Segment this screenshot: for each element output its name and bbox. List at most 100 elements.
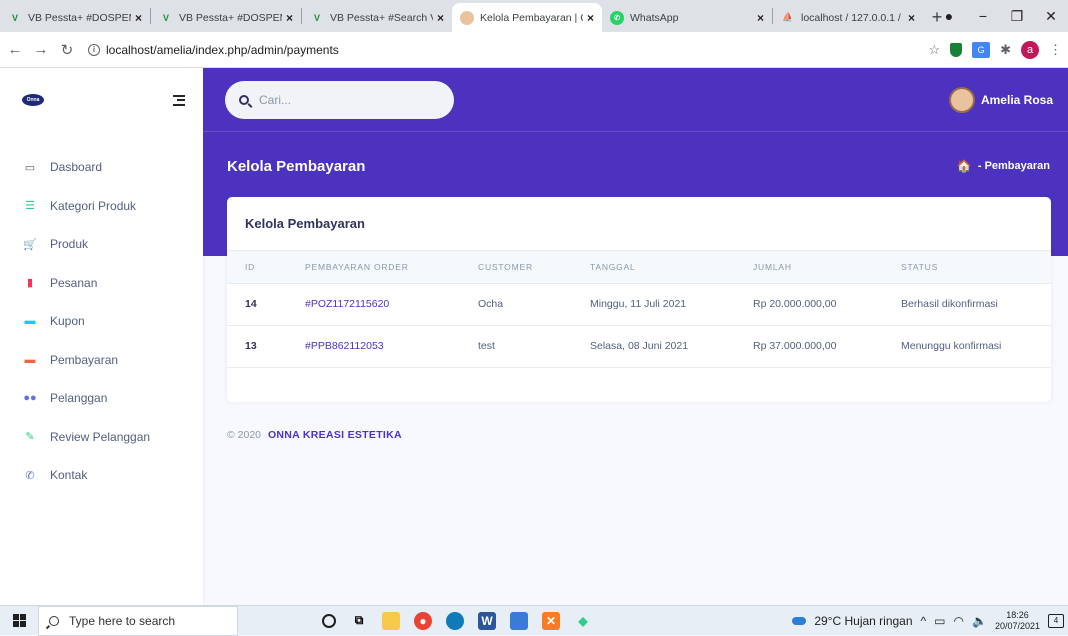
photos-icon[interactable]	[510, 611, 528, 630]
word-icon[interactable]: W	[478, 611, 496, 630]
browser-tab[interactable]: ⛵ localhost / 127.0.0.1 / ×	[773, 3, 923, 32]
user-menu[interactable]: Amelia Rosa	[948, 86, 1053, 113]
sidebar-item-label: Kontak	[50, 468, 88, 483]
document-icon: ▮	[26, 277, 34, 290]
tab-title: VB Pessta+ #DOSPEM	[179, 11, 282, 24]
main-content: Cari... Amelia Rosa Kelola Pembayaran 🏠 …	[203, 68, 1068, 605]
ticket-icon: ▬	[24, 315, 36, 328]
sidebar-item-pesanan[interactable]: ▮ Pesanan	[0, 264, 203, 303]
system-tray: 29°C Hujan ringan ^ ▭ ◠ 🔈 18:26 20/07/20…	[792, 606, 1064, 636]
column-header-customer: CUSTOMER	[460, 251, 572, 284]
home-icon[interactable]: 🏠	[957, 159, 972, 173]
company-link[interactable]: ONNA KREASI ESTETIKA	[268, 429, 402, 441]
shield-extension-icon[interactable]	[950, 43, 963, 57]
browser-tab[interactable]: V VB Pessta+ #DOSPEM ×	[0, 3, 150, 32]
order-link[interactable]: #PPB862112053	[287, 325, 460, 368]
onna-logo[interactable]: Onna	[22, 94, 44, 106]
sidebar-item-kupon[interactable]: ▬ Kupon	[0, 302, 203, 341]
cell-amount: Rp 20.000.000,00	[735, 283, 883, 326]
address-bar: ← → ↻ i localhost/amelia/index.php/admin…	[0, 32, 1068, 68]
browser-tab[interactable]: ✆ WhatsApp ×	[602, 3, 772, 32]
bookmark-star-icon[interactable]: ☆	[928, 42, 940, 58]
close-window-button[interactable]: ✕	[1034, 8, 1068, 25]
sidebar-item-label: Dasboard	[50, 160, 103, 175]
taskbar-search-input[interactable]: Type here to search	[38, 605, 238, 636]
column-header-date: TANGGAL	[572, 251, 735, 284]
chrome-icon[interactable]: ●	[414, 611, 432, 630]
search-icon	[49, 615, 59, 626]
app-icon[interactable]: ◆	[574, 612, 592, 630]
cell-date: Minggu, 11 Juli 2021	[572, 283, 735, 326]
back-icon[interactable]: ←	[4, 41, 26, 58]
money-icon: ▬	[24, 353, 36, 366]
sidebar-item-label: Review Pelanggan	[50, 429, 151, 444]
browser-tab[interactable]: V VB Pessta+ #Search V ×	[302, 3, 452, 32]
kebab-menu-icon[interactable]: ⋮	[1049, 42, 1062, 58]
phone-icon: ✆	[25, 469, 35, 482]
cart-icon: 🛒	[23, 238, 37, 251]
maximize-button[interactable]: ❐	[1000, 8, 1034, 25]
column-header-amount: JUMLAH	[735, 251, 883, 284]
cortana-icon[interactable]	[322, 613, 336, 628]
reload-icon[interactable]: ↻	[56, 41, 78, 59]
browser-tab[interactable]: V VB Pessta+ #DOSPEM ×	[151, 3, 301, 32]
xampp-icon[interactable]: ✕	[542, 611, 560, 630]
profile-avatar[interactable]: a	[1021, 41, 1039, 59]
sidebar-item-dasboard[interactable]: ▭ Dasboard	[0, 148, 203, 187]
search-icon	[239, 94, 249, 105]
page-title: Kelola Pembayaran	[227, 157, 366, 175]
close-tab-icon[interactable]: ×	[757, 11, 764, 25]
footer: © 2020 ONNA KREASI ESTETIKA	[227, 429, 402, 441]
order-link[interactable]: #POZ1172115620	[287, 283, 460, 326]
puzzle-extension-icon[interactable]: ✱	[1000, 42, 1011, 58]
sidebar-item-pembayaran[interactable]: ▬ Pembayaran	[0, 341, 203, 380]
vb-favicon-icon: V	[11, 12, 18, 23]
sidebar-item-review-pelanggan[interactable]: ✎ Review Pelanggan	[0, 418, 203, 457]
cell-id: 14	[227, 283, 287, 326]
avatar	[948, 86, 975, 113]
close-tab-icon[interactable]: ×	[587, 11, 594, 25]
sidebar-item-kategori-produk[interactable]: ☰ Kategori Produk	[0, 187, 203, 226]
windows-logo-icon	[12, 614, 26, 627]
clock[interactable]: 18:26 20/07/2021	[995, 610, 1040, 632]
breadcrumb-current: - Pembayaran	[977, 160, 1050, 172]
battery-icon[interactable]: ▭	[934, 614, 945, 628]
chevron-up-icon[interactable]: ^	[921, 614, 927, 628]
url-text: localhost/amelia/index.php/admin/payment…	[106, 42, 339, 57]
weather-text[interactable]: 29°C Hujan ringan	[814, 614, 912, 628]
minimize-button[interactable]: −	[966, 8, 1000, 24]
notifications-icon[interactable]: 4	[1048, 614, 1064, 628]
extensions-area: ☆ G ✱ a ⋮	[928, 32, 1062, 68]
wifi-icon[interactable]: ◠	[954, 614, 964, 628]
hamburger-menu-icon[interactable]	[173, 94, 185, 106]
sidebar-item-label: Kupon	[50, 314, 85, 329]
users-icon: ●●	[23, 392, 37, 405]
start-button[interactable]	[0, 614, 38, 627]
sidebar-item-pelanggan[interactable]: ●● Pelanggan	[0, 379, 203, 418]
url-field[interactable]: i localhost/amelia/index.php/admin/payme…	[88, 43, 339, 57]
profile-dot-icon[interactable]: ●	[932, 8, 966, 24]
file-explorer-icon[interactable]	[382, 611, 400, 630]
copyright-text: © 2020	[227, 429, 262, 441]
close-tab-icon[interactable]: ×	[135, 11, 142, 25]
sidebar-item-produk[interactable]: 🛒 Produk	[0, 225, 203, 264]
cell-amount: Rp 37.000.000,00	[735, 325, 883, 368]
translate-extension-icon[interactable]: G	[972, 42, 991, 58]
close-tab-icon[interactable]: ×	[286, 11, 293, 25]
table-header-row: ID PEMBAYARAN ORDER CUSTOMER TANGGAL JUM…	[227, 251, 1051, 284]
site-favicon-icon	[460, 10, 474, 25]
cell-id: 13	[227, 325, 287, 368]
payments-card: Kelola Pembayaran ID PEMBAYARAN ORDER CU…	[227, 197, 1051, 402]
info-icon[interactable]: i	[88, 43, 100, 56]
search-input[interactable]: Cari...	[225, 80, 454, 119]
forward-icon[interactable]: →	[30, 41, 52, 58]
sidebar-item-label: Produk	[50, 237, 89, 252]
volume-icon[interactable]: 🔈	[972, 614, 987, 628]
tab-title: localhost / 127.0.0.1 /	[801, 11, 901, 24]
close-tab-icon[interactable]: ×	[437, 11, 444, 25]
browser-tab-active[interactable]: Kelola Pembayaran | O ×	[452, 3, 602, 32]
task-view-icon[interactable]: ⧉	[350, 612, 368, 630]
sidebar-item-kontak[interactable]: ✆ Kontak	[0, 456, 203, 495]
close-tab-icon[interactable]: ×	[908, 11, 915, 25]
edge-icon[interactable]	[446, 611, 464, 630]
